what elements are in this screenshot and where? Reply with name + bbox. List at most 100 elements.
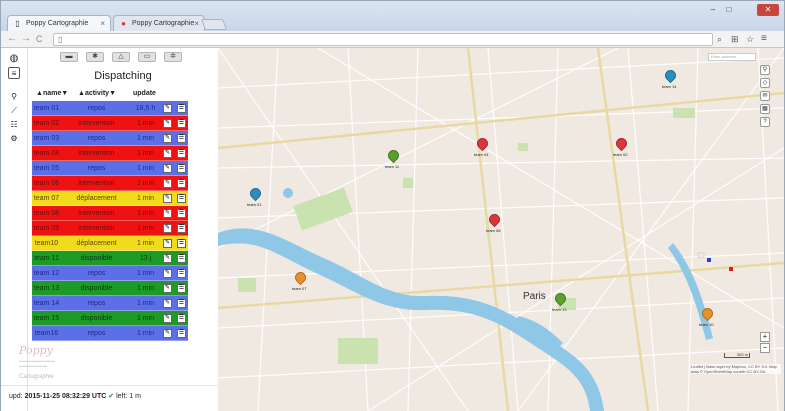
edit-icon[interactable]: ✎ — [163, 224, 172, 233]
list-icon[interactable]: ☰ — [177, 329, 186, 338]
chart-icon[interactable]: ⟋ — [8, 105, 20, 117]
edit-icon[interactable]: ✎ — [163, 239, 172, 248]
list-icon[interactable]: ☰ — [177, 239, 186, 248]
table-row[interactable]: team 02 intervention 1 min ✎ ☰ — [32, 116, 188, 131]
table-row[interactable]: team 05 repos 1 min ✎ ☰ — [32, 161, 188, 176]
car-button[interactable]: ▬ — [60, 52, 78, 62]
sort-name-header[interactable]: ▲name▼ — [36, 90, 68, 97]
sort-asc-icon: ▲ — [78, 90, 85, 97]
tab-poppy-1[interactable]: ▯ Poppy Cartographie × — [7, 15, 111, 31]
team-name-cell: team 09 — [33, 225, 60, 232]
table-row[interactable]: team 01 repos 18,5 h ✎ ☰ — [32, 101, 188, 116]
tab-close-icon[interactable]: × — [100, 16, 105, 31]
list-icon[interactable]: ☰ — [177, 224, 186, 233]
table-row[interactable]: team 15 disponible 1 min ✎ ☰ — [32, 311, 188, 326]
edit-icon[interactable]: ✎ — [163, 104, 172, 113]
team-marker-label: team 14 — [662, 84, 677, 89]
edit-icon[interactable]: ✎ — [163, 329, 172, 338]
list-icon[interactable]: ☰ — [177, 194, 186, 203]
table-row[interactable]: team 07 déplacement 1 min ✎ ☰ — [32, 191, 188, 206]
edit-icon[interactable]: ✎ — [163, 314, 172, 323]
sort-activity-header[interactable]: ▲activity▼ — [78, 90, 116, 97]
minimize-button[interactable]: – — [706, 4, 720, 16]
forward-button[interactable]: → — [21, 33, 31, 45]
list-icon[interactable]: ☰ — [177, 149, 186, 158]
edit-icon[interactable]: ✎ — [163, 164, 172, 173]
edit-icon[interactable]: ✎ — [163, 284, 172, 293]
map-pin-icon: ● — [121, 19, 126, 28]
address-search-input[interactable]: Enter address — [708, 53, 756, 61]
layers-icon[interactable]: ◇ — [760, 78, 770, 88]
search-icon[interactable]: ⌕ — [717, 33, 722, 45]
settings-button[interactable]: ✱ — [86, 52, 104, 62]
list-icon[interactable]: ☰ — [177, 164, 186, 173]
reload-button[interactable]: C — [36, 33, 43, 45]
menu-icon[interactable]: ≡ — [761, 33, 767, 45]
back-button[interactable]: ← — [7, 33, 17, 45]
table-row[interactable]: team 03 repos 1 min ✎ ☰ — [32, 131, 188, 146]
tab-close-icon[interactable]: × — [194, 16, 199, 31]
table-row[interactable]: team 14 repos 1 min ✎ ☰ — [32, 296, 188, 311]
team-activity-cell: disponible — [80, 315, 113, 322]
list-icon[interactable]: ☰ — [177, 119, 186, 128]
table-row[interactable]: team 12 repos 1 min ✎ ☰ — [32, 266, 188, 281]
file-button[interactable]: ▭ — [138, 52, 156, 62]
list-icon[interactable]: ☰ — [177, 134, 186, 143]
edit-icon[interactable]: ✎ — [163, 179, 172, 188]
table-row[interactable]: team 11 disponible 13 j ✎ ☰ — [32, 251, 188, 266]
maximize-button[interactable]: □ — [722, 4, 736, 16]
red-position-marker[interactable] — [729, 267, 733, 271]
list-icon[interactable]: ☰ — [177, 209, 186, 218]
close-window-button[interactable]: ✕ — [757, 4, 779, 16]
tab-poppy-2[interactable]: ● Poppy Cartographie × — [113, 15, 205, 31]
help-icon[interactable]: ? — [760, 117, 770, 127]
edit-icon[interactable]: ✎ — [163, 149, 172, 158]
table-header: ▲name▼ ▲activity▼ update — [32, 89, 188, 101]
table-row[interactable]: team10 déplacement 1 min ✎ ☰ — [32, 236, 188, 251]
edit-icon[interactable]: ✎ — [163, 134, 172, 143]
table-icon[interactable]: ☷ — [8, 119, 20, 131]
list-icon[interactable]: ☰ — [177, 254, 186, 263]
table-row[interactable]: team 04 intervention 1 min ✎ ☰ — [32, 146, 188, 161]
bell-button[interactable]: △ — [112, 52, 130, 62]
edit-icon[interactable]: ✎ — [163, 254, 172, 263]
mail-icon[interactable]: ✉ — [760, 91, 770, 101]
star-icon[interactable]: ☆ — [746, 33, 754, 45]
table-row[interactable]: team 06 intervention 1 min ✎ ☰ — [32, 176, 188, 191]
edit-icon[interactable]: ✎ — [163, 299, 172, 308]
edit-icon[interactable]: ✎ — [163, 119, 172, 128]
team-activity-cell: intervention — [78, 210, 115, 217]
team-marker-label: team 02 — [613, 152, 628, 157]
pin-icon[interactable]: ⚲ — [8, 91, 20, 103]
address-bar[interactable]: ▯ — [53, 33, 713, 46]
status-timestamp: 2015-11-25 08:32:29 UTC — [24, 393, 107, 400]
table-row[interactable]: team16 repos 1 min ✎ ☰ — [32, 326, 188, 341]
team-update-cell: 1 min — [136, 225, 155, 232]
edit-icon[interactable]: ✎ — [163, 194, 172, 203]
list-icon[interactable]: ☰ — [177, 269, 186, 278]
list-icon[interactable]: ☰ — [177, 314, 186, 323]
gear-icon[interactable]: ⚙ — [8, 133, 20, 145]
new-tab-button[interactable] — [200, 19, 228, 30]
zoom-in-button[interactable]: + — [760, 332, 770, 342]
edit-icon[interactable]: ✎ — [163, 209, 172, 218]
table-row[interactable]: team 13 disponible 1 min ✎ ☰ — [32, 281, 188, 296]
table-row[interactable]: team 09 intervention 1 min ✎ ☰ — [32, 221, 188, 236]
zoom-out-button[interactable]: − — [760, 343, 770, 353]
list-icon[interactable]: ☰ — [177, 104, 186, 113]
pin-icon[interactable]: ⚲ — [760, 65, 770, 75]
calendar-icon[interactable]: ▦ — [760, 104, 770, 114]
table-row[interactable]: team 08 intervention 1 min ✎ ☰ — [32, 206, 188, 221]
status-bar: upd: 2015-11-25 08:32:29 UTC ✔ left: 1 m — [1, 385, 218, 411]
map-view[interactable]: Paris team 14 team 04 team 02 team 11 team 0… — [218, 48, 784, 411]
list-icon[interactable]: ≡ — [8, 67, 20, 79]
list-icon[interactable]: ☰ — [177, 179, 186, 188]
list-icon[interactable]: ☰ — [177, 299, 186, 308]
cog-button[interactable]: ✲ — [164, 52, 182, 62]
map-attribution[interactable]: Leaflet | Base layer by Mapbox, CC BY 3.… — [691, 364, 781, 374]
globe-icon[interactable]: ◍ — [8, 53, 20, 65]
translate-icon[interactable]: ⊞ — [731, 33, 739, 45]
edit-icon[interactable]: ✎ — [163, 269, 172, 278]
blue-position-marker[interactable] — [707, 258, 711, 262]
list-icon[interactable]: ☰ — [177, 284, 186, 293]
